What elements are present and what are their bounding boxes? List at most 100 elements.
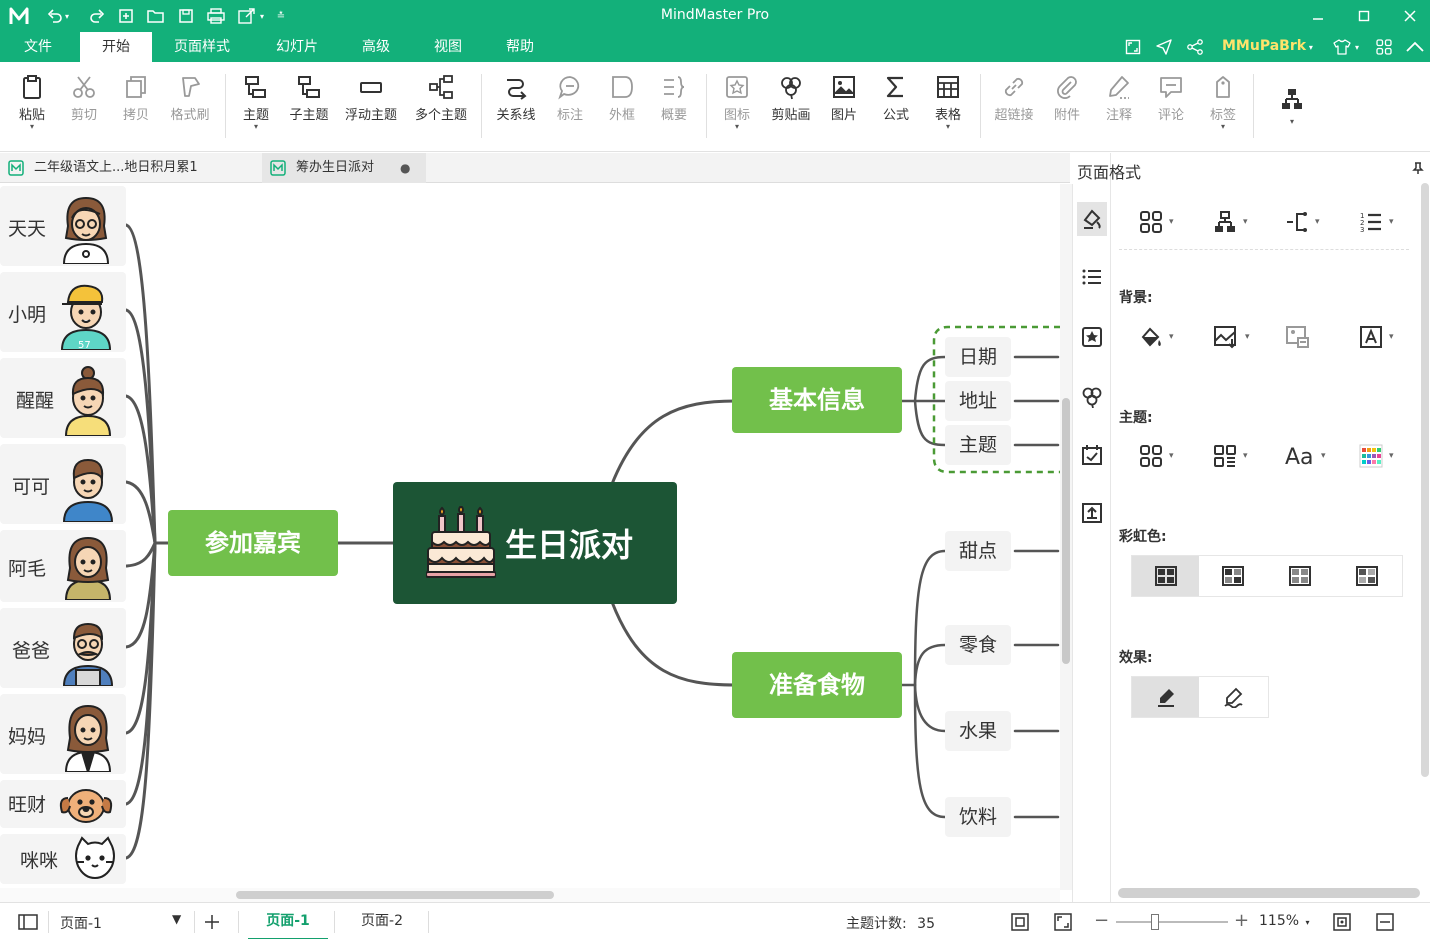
cut-button[interactable]: 剪切 <box>62 72 106 142</box>
subtopic-snacks[interactable]: 零食 <box>945 625 1012 665</box>
menu-help[interactable]: 帮助 <box>492 32 548 62</box>
guest-mom[interactable]: 妈妈 <box>0 694 126 774</box>
page-tab-1[interactable]: 页面-1 <box>248 903 328 939</box>
layout-button-panel[interactable]: ▾ <box>1213 208 1248 236</box>
color-palette-button[interactable]: ▾ <box>1359 442 1394 470</box>
guest-tiantian[interactable]: 天天 <box>0 186 126 266</box>
theme-button[interactable]: ▾ <box>1139 442 1174 470</box>
tab-document-1[interactable]: 二年级语文上...地日积月累1 <box>0 153 260 183</box>
send-icon[interactable] <box>1154 37 1174 57</box>
callout-button[interactable]: 标注 <box>548 72 592 142</box>
tab-document-2[interactable]: 筹办生日派对 ● <box>262 153 426 183</box>
menu-file[interactable]: 文件 <box>10 32 66 62</box>
watermark-button[interactable]: ▾ <box>1359 323 1394 351</box>
paste-button[interactable]: 粘贴 ▾ <box>10 72 54 142</box>
zoom-level[interactable]: 115% ▾ <box>1259 913 1310 929</box>
share-icon[interactable] <box>1185 37 1205 57</box>
branch-basic-info[interactable]: 基本信息 <box>732 367 902 433</box>
guest-xingxing[interactable]: 醒醒 <box>0 358 126 438</box>
page-selector[interactable]: 页面-1 ▼ <box>60 912 188 933</box>
subtopic-date[interactable]: 日期 <box>945 337 1012 377</box>
add-page-icon[interactable] <box>204 914 220 930</box>
guest-mimi[interactable]: 咪咪 <box>0 834 126 884</box>
rainbow-option-1[interactable] <box>1132 556 1199 596</box>
zoom-slider[interactable] <box>1116 914 1228 930</box>
background-color-button[interactable]: ▾ <box>1139 323 1174 351</box>
clipart-panel-icon[interactable] <box>1077 380 1107 414</box>
canvas-horizontal-scroll-thumb[interactable] <box>236 891 554 899</box>
summary-button[interactable]: 概要 <box>652 72 696 142</box>
font-button[interactable]: Aa ▾ <box>1285 442 1326 470</box>
fullscreen-icon[interactable] <box>1123 37 1143 57</box>
toggle-sidebar-icon[interactable] <box>18 914 38 930</box>
panel-vertical-scrollbar[interactable] <box>1421 183 1429 777</box>
menu-home[interactable]: 开始 <box>80 32 152 62</box>
formula-button[interactable]: 公式 <box>874 72 918 142</box>
mindmap-canvas[interactable]: 生日派对 参加嘉宾 基本信息 准备食物 日期 地址 主题 甜点 零食 水果 饮料… <box>0 184 1060 890</box>
canvas-horizontal-scrollbar[interactable] <box>0 888 1060 902</box>
structure-button[interactable]: ▾ <box>1139 208 1174 236</box>
effect-option-handdrawn[interactable] <box>1199 677 1266 717</box>
fit-width-icon[interactable] <box>1333 913 1351 931</box>
tag-button[interactable]: 标签 ▾ <box>1201 72 1245 142</box>
subtopic-theme[interactable]: 主题 <box>945 425 1012 465</box>
topic-button[interactable]: 主题 ▾ <box>234 72 278 142</box>
zoom-in-icon[interactable]: + <box>1234 910 1249 931</box>
unsaved-dot-icon[interactable]: ● <box>400 153 410 183</box>
connector-style-button[interactable]: ▾ <box>1285 208 1320 236</box>
guest-dad[interactable]: 爸爸 <box>0 608 126 688</box>
format-painter-button[interactable]: 格式刷 <box>164 72 216 142</box>
close-icon[interactable] <box>1398 4 1422 28</box>
branch-guests[interactable]: 参加嘉宾 <box>168 510 338 576</box>
page-format-panel-icon[interactable] <box>1077 202 1107 236</box>
zoom-out-icon[interactable]: − <box>1094 910 1109 931</box>
pin-icon[interactable] <box>1411 161 1425 175</box>
fit-page-icon[interactable] <box>1011 913 1029 931</box>
export-panel-icon[interactable] <box>1077 496 1107 530</box>
subtopic-button[interactable]: 子主题 <box>284 72 334 142</box>
branch-food[interactable]: 准备食物 <box>732 652 902 718</box>
clipart-button[interactable]: 剪贴画 <box>765 72 817 142</box>
subtopic-dessert[interactable]: 甜点 <box>945 531 1012 571</box>
apps-grid-icon[interactable] <box>1374 37 1394 57</box>
numbering-button[interactable]: 123 ▾ <box>1359 208 1394 236</box>
maximize-icon[interactable] <box>1352 4 1376 28</box>
icon-button[interactable]: 图标 ▾ <box>715 72 759 142</box>
task-panel-icon[interactable] <box>1077 438 1107 472</box>
layout-button[interactable]: ▾ <box>1270 72 1314 142</box>
skin-shirt-icon[interactable] <box>1332 37 1352 57</box>
relationship-button[interactable]: 关系线 <box>490 72 542 142</box>
multiple-topics-button[interactable]: 多个主题 <box>408 72 474 142</box>
hyperlink-button[interactable]: 超链接 <box>988 72 1040 142</box>
panel-horizontal-scrollbar[interactable] <box>1118 888 1420 898</box>
effect-option-normal[interactable] <box>1132 677 1199 717</box>
zoom-slider-handle[interactable] <box>1151 914 1160 930</box>
user-account[interactable]: MMuPaBrk ▾ <box>1222 38 1313 54</box>
guest-xiaoming[interactable]: 小明 57 <box>0 272 126 352</box>
comment-button[interactable]: 评论 <box>1149 72 1193 142</box>
skin-dropdown-icon[interactable]: ▾ <box>1352 37 1362 57</box>
outline-panel-icon[interactable] <box>1077 260 1107 294</box>
menu-view[interactable]: 视图 <box>420 32 476 62</box>
copy-button[interactable]: 拷贝 <box>114 72 158 142</box>
color-theme-button[interactable]: ▾ <box>1213 442 1248 470</box>
canvas-vertical-scrollbar[interactable] <box>1060 184 1072 890</box>
page-tab-2[interactable]: 页面-2 <box>342 903 422 939</box>
table-button[interactable]: 表格 ▾ <box>926 72 970 142</box>
background-image-button[interactable]: ▾ <box>1213 323 1250 351</box>
minimize-icon[interactable] <box>1306 4 1330 28</box>
subtopic-address[interactable]: 地址 <box>945 381 1012 421</box>
collapse-panel-icon[interactable] <box>1376 913 1394 931</box>
icon-library-panel-icon[interactable] <box>1077 320 1107 354</box>
guest-wangcai[interactable]: 旺财 <box>0 780 126 828</box>
rainbow-option-2[interactable] <box>1199 556 1266 596</box>
collapse-ribbon-icon[interactable] <box>1405 37 1425 57</box>
remove-background-button[interactable] <box>1285 323 1311 351</box>
guest-amao[interactable]: 阿毛 <box>0 530 126 602</box>
menu-advanced[interactable]: 高级 <box>348 32 404 62</box>
floating-topic-button[interactable]: 浮动主题 <box>339 72 403 142</box>
subtopic-fruit[interactable]: 水果 <box>945 711 1012 751</box>
attachment-button[interactable]: 附件 <box>1045 72 1089 142</box>
boundary-button[interactable]: 外框 <box>600 72 644 142</box>
canvas-vertical-scroll-thumb[interactable] <box>1062 398 1070 664</box>
